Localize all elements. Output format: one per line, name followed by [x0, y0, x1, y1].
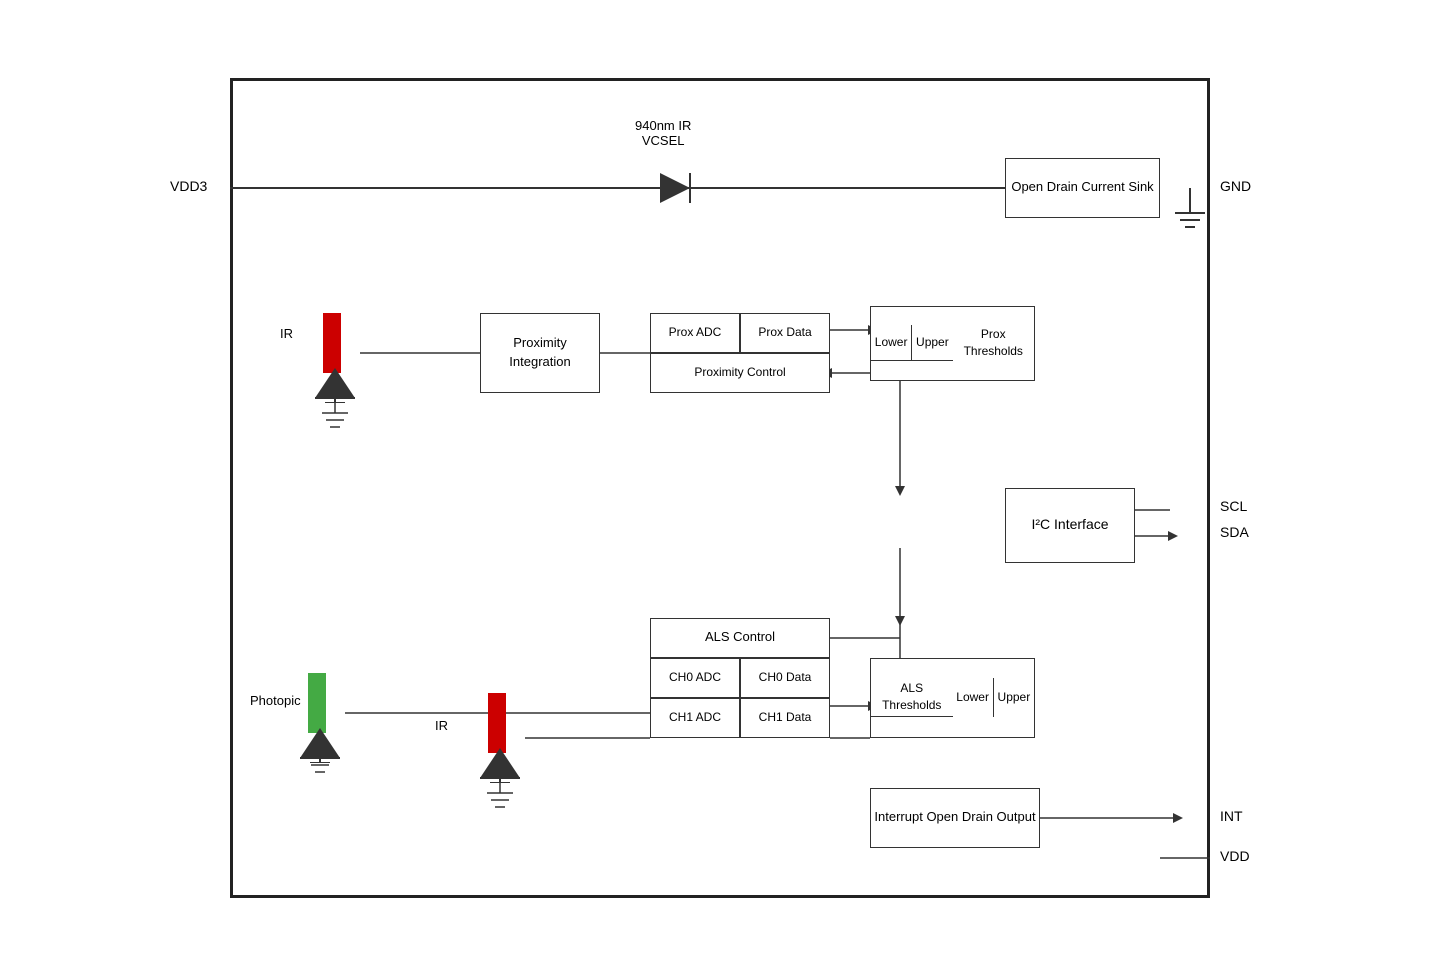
proximity-integration-box: Proximity Integration — [480, 313, 600, 393]
prox-data-box: Prox Data — [740, 313, 830, 353]
ir-top-label: IR — [280, 326, 293, 341]
als-upper-box: Upper — [994, 678, 1034, 717]
ch1-data-box: CH1 Data — [740, 698, 830, 738]
prox-upper-box: Upper — [912, 325, 952, 361]
photopic-diode — [295, 723, 345, 763]
ir-top-diode — [310, 363, 360, 403]
int-label: INT — [1220, 808, 1243, 824]
proximity-control-box: Proximity Control — [650, 353, 830, 393]
i2c-box: I²C Interface — [1005, 488, 1135, 563]
ir-bottom-diode — [475, 743, 525, 783]
ch0-data-box: CH0 Data — [740, 658, 830, 698]
sda-label: SDA — [1220, 524, 1249, 540]
vdd3-label: VDD3 — [170, 178, 207, 194]
prox-adc-box: Prox ADC — [650, 313, 740, 353]
ch0-adc-box: CH0 ADC — [650, 658, 740, 698]
als-lower-box: Lower — [953, 678, 994, 717]
photopic-label: Photopic — [250, 693, 301, 708]
diagram-container: VDD3 GND SCL SDA INT VDD 940nm IRVCSEL I… — [170, 58, 1270, 918]
vdd-label: VDD — [1220, 848, 1250, 864]
interrupt-box: Interrupt Open Drain Output — [870, 788, 1040, 848]
als-thresholds-outer: ALS Thresholds Lower Upper — [870, 658, 1035, 738]
scl-label: SCL — [1220, 498, 1247, 514]
prox-thresholds-label: Prox Thresholds — [953, 325, 1035, 362]
ch1-adc-box: CH1 ADC — [650, 698, 740, 738]
prox-thresholds-outer: Lower Upper Prox Thresholds — [870, 306, 1035, 381]
als-thresholds-label: ALS Thresholds — [871, 678, 953, 717]
als-control-box: ALS Control — [650, 618, 830, 658]
vcsel-label: 940nm IRVCSEL — [635, 118, 691, 148]
open-drain-box: Open Drain Current Sink — [1005, 158, 1160, 218]
ir-bottom-label: IR — [435, 718, 448, 733]
gnd-label: GND — [1220, 178, 1251, 194]
prox-lower-box: Lower — [871, 325, 912, 361]
